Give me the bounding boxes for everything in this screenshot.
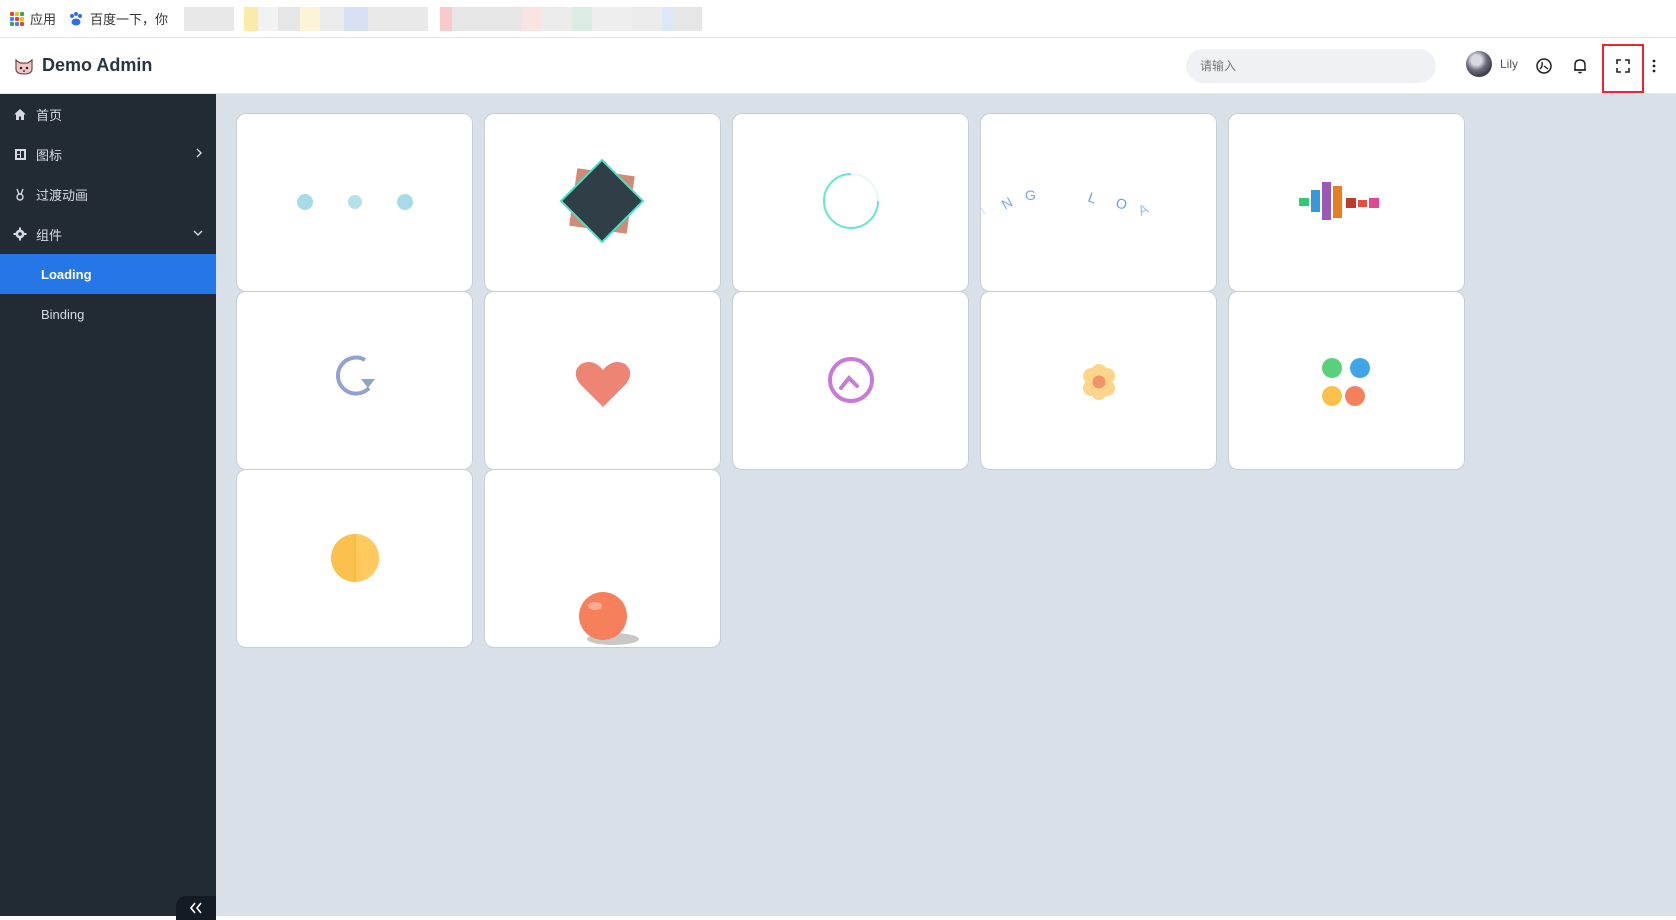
loader-card-square[interactable]	[484, 113, 721, 292]
loader-card-heart[interactable]	[484, 291, 721, 470]
sidebar-item-animation[interactable]: 过渡动画	[0, 174, 216, 214]
brand[interactable]: Demo Admin	[0, 55, 216, 76]
bookmark-apps[interactable]: 应用	[10, 9, 56, 28]
bookmark-bar: 应用 百度一下，你	[0, 0, 1676, 38]
loader-card-dots[interactable]	[236, 113, 473, 292]
loading-text-wave-loader: L O A D I N G	[981, 187, 1152, 219]
half-circle-loader	[331, 534, 379, 582]
sidebar-subitem-loading[interactable]: Loading	[0, 254, 216, 294]
app-title: Demo Admin	[42, 55, 153, 75]
refresh-arrow-loader	[335, 355, 375, 396]
user-menu[interactable]: Lily	[1466, 51, 1518, 77]
sidebar-item-label: 图标	[36, 147, 63, 163]
blurred-bookmarks	[184, 6, 703, 31]
palette-icon	[1536, 58, 1552, 74]
sidebar-item-label: 首页	[36, 107, 63, 123]
cat-logo-icon	[15, 58, 33, 75]
avatar	[1466, 51, 1492, 77]
wave-letter-l: L	[1086, 189, 1099, 207]
icons-icon	[12, 146, 28, 162]
loader-card-ball[interactable]	[484, 469, 721, 648]
sidebar-item-home[interactable]: 首页	[0, 94, 216, 134]
chevron-down-icon	[193, 230, 203, 236]
sidebar-subitem-binding[interactable]: Binding	[0, 294, 216, 334]
bookmark-apps-label: 应用	[30, 12, 57, 27]
sidebar-item-label: 组件	[36, 227, 63, 243]
heart-loader	[575, 362, 631, 407]
bookmark-baidu-label: 百度一下，你	[90, 12, 169, 27]
ring-loader	[823, 173, 879, 229]
wave-letter-n: N	[999, 194, 1016, 213]
chevron-right-icon	[196, 148, 202, 158]
loader-card-refresh[interactable]	[236, 291, 473, 470]
wave-letter-o: O	[1114, 194, 1129, 212]
loader-card-half-circle[interactable]	[236, 469, 473, 648]
bookmark-baidu[interactable]: 百度一下，你	[68, 9, 168, 28]
three-dots-loader	[297, 194, 413, 210]
more-vertical-icon	[1652, 59, 1656, 73]
baidu-paw-icon	[70, 11, 83, 25]
theme-palette-button[interactable]	[1532, 54, 1556, 78]
sidebar-item-icons[interactable]: 图标	[0, 134, 216, 174]
loader-card-four-dots[interactable]	[1228, 291, 1465, 470]
fullscreen-highlight-box	[1602, 44, 1644, 93]
notification-button[interactable]	[1568, 54, 1592, 78]
loader-card-wave-text[interactable]: L O A D I N G	[980, 113, 1217, 292]
more-options-button[interactable]	[1642, 54, 1666, 78]
loader-card-clock[interactable]	[732, 291, 969, 470]
double-chevron-left-icon	[189, 902, 202, 914]
wave-letter-g: G	[1025, 187, 1036, 203]
gear-icon	[12, 226, 28, 242]
loader-card-ring[interactable]	[732, 113, 969, 292]
sidebar-item-components[interactable]: 组件	[0, 214, 216, 254]
user-name: Lily	[1500, 57, 1519, 71]
loader-card-flower[interactable]	[980, 291, 1217, 470]
apps-grid-icon	[10, 11, 24, 26]
main-content: L O A D I N G	[216, 94, 1676, 916]
collapse-sidebar-button[interactable]	[176, 896, 216, 920]
bouncing-ball-loader	[579, 592, 639, 645]
clock-loader	[828, 357, 874, 403]
sidebar-item-label: 过渡动画	[36, 187, 89, 203]
flower-loader	[1083, 364, 1115, 400]
animation-icon	[12, 186, 28, 202]
rotating-square-loader	[559, 158, 645, 244]
search-input[interactable]	[1186, 49, 1436, 83]
loader-card-bars[interactable]	[1228, 113, 1465, 292]
top-header: Demo Admin Lily	[0, 38, 1676, 94]
sidebar: 首页 图标 过渡动画 组件 Loading Binding	[0, 94, 216, 920]
color-bars-loader	[1299, 182, 1379, 220]
home-icon	[12, 106, 28, 122]
wave-letter-a: A	[1136, 200, 1152, 219]
bell-icon	[1574, 59, 1586, 74]
four-dots-loader	[1322, 358, 1370, 406]
